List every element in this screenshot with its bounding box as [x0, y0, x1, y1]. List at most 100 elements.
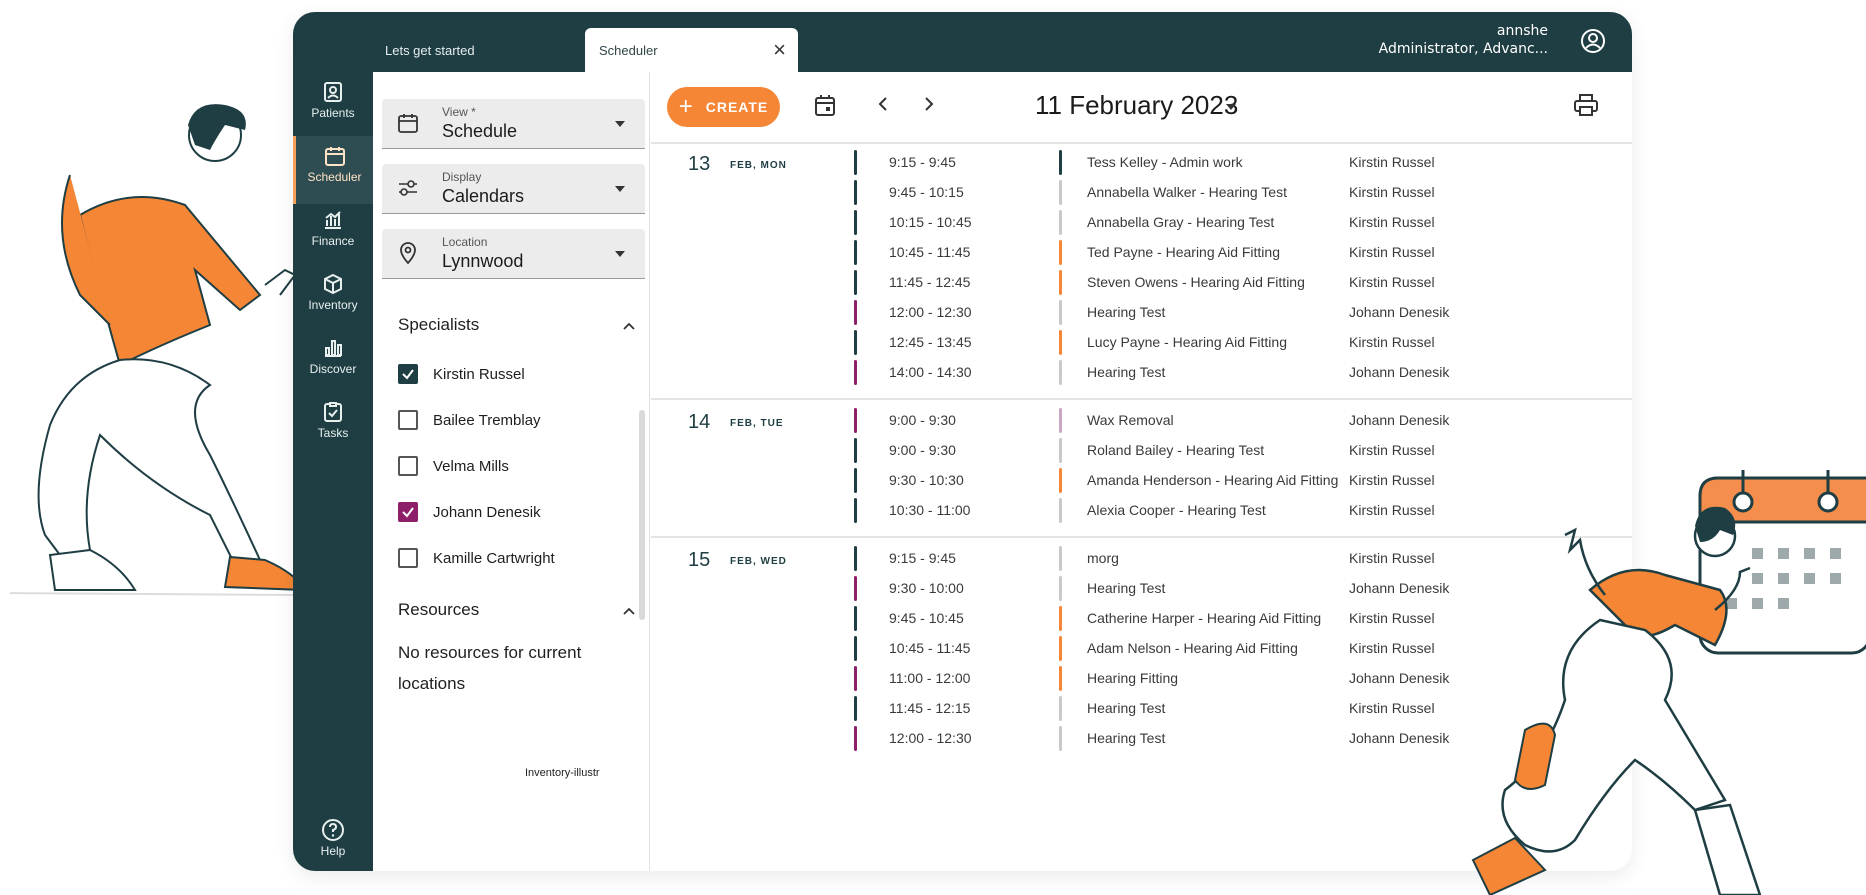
sidebar-item-discover[interactable]: Discover: [293, 328, 373, 396]
sidebar-item-help[interactable]: Help: [293, 810, 373, 871]
specialist-color-bar: [854, 696, 857, 721]
appointment-row[interactable]: 11:45 - 12:45 Steven Owens - Hearing Aid …: [651, 268, 1632, 298]
appointment-time: 10:30 - 11:00: [889, 502, 971, 518]
appointment-title: Hearing Test: [1087, 580, 1166, 596]
specialist-kamille-cartwright[interactable]: Kamille Cartwright: [398, 546, 555, 570]
sidebar-item-tasks[interactable]: Tasks: [293, 392, 373, 460]
bar-chart-icon: [325, 340, 342, 357]
printer-icon[interactable]: [1574, 94, 1598, 116]
location-select[interactable]: Location Lynnwood: [382, 229, 645, 279]
sidebar-item-finance[interactable]: Finance: [293, 200, 373, 268]
chevron-left-icon[interactable]: [877, 96, 889, 112]
appointment-time: 11:45 - 12:45: [889, 274, 971, 290]
appointment-type-bar: [1059, 666, 1062, 691]
specialist-name: Kamille Cartwright: [433, 549, 555, 567]
checkbox-checked[interactable]: [398, 502, 418, 522]
appointment-time: 9:45 - 10:15: [889, 184, 964, 200]
specialist-name: Kirstin Russel: [433, 365, 525, 383]
chevron-right-icon[interactable]: [923, 96, 935, 112]
specialist-johann-denesik[interactable]: Johann Denesik: [398, 500, 541, 524]
appointment-row[interactable]: 9:00 - 9:30 Wax Removal Johann Denesik: [651, 406, 1632, 436]
appointment-title: Ted Payne - Hearing Aid Fitting: [1087, 244, 1280, 260]
appointment-title: Steven Owens - Hearing Aid Fitting: [1087, 274, 1305, 290]
specialist-color-bar: [854, 726, 857, 751]
appointment-specialist: Johann Denesik: [1349, 304, 1450, 320]
create-button[interactable]: + CREATE: [667, 87, 780, 127]
appointment-row[interactable]: 10:45 - 11:45 Ted Payne - Hearing Aid Fit…: [651, 238, 1632, 268]
specialist-bailee-tremblay[interactable]: Bailee Tremblay: [398, 408, 541, 432]
tab-lets-get-started[interactable]: Lets get started: [371, 28, 571, 72]
appointment-title: Hearing Test: [1087, 730, 1166, 746]
appointment-row[interactable]: 12:00 - 12:30 Hearing Test Johann Denesik: [651, 298, 1632, 328]
appointment-title: Hearing Test: [1087, 304, 1166, 320]
appointment-specialist: Kirstin Russel: [1349, 154, 1435, 170]
appointment-title: Annabella Walker - Hearing Test: [1087, 184, 1287, 200]
specialists-scrollbar[interactable]: [639, 410, 645, 620]
display-value: Calendars: [442, 186, 525, 206]
view-label: View *: [442, 105, 476, 119]
appointment-specialist: Kirstin Russel: [1349, 274, 1435, 290]
specialist-velma-mills[interactable]: Velma Mills: [398, 454, 509, 478]
tab-scheduler[interactable]: Scheduler ×: [585, 28, 798, 72]
sidebar: Patients Scheduler Finance Inventory Dis…: [293, 72, 373, 871]
appointment-row[interactable]: 10:15 - 10:45 Annabella Gray - Hearing Te…: [651, 208, 1632, 238]
sidebar-item-scheduler[interactable]: Scheduler: [293, 136, 373, 204]
chevron-up-icon[interactable]: [623, 322, 635, 330]
specialists-title: Specialists: [398, 315, 480, 334]
appointment-type-bar: [1059, 408, 1062, 433]
checkbox-unchecked[interactable]: [398, 548, 418, 568]
appointment-title: Wax Removal: [1087, 412, 1174, 428]
sidebar-item-inventory[interactable]: Inventory: [293, 264, 373, 332]
calendar-icon: [398, 114, 418, 133]
specialist-name: Velma Mills: [433, 457, 509, 475]
display-label: Display: [442, 170, 482, 184]
checkbox-checked[interactable]: [398, 364, 418, 384]
specialist-color-bar: [854, 408, 857, 433]
appointment-specialist: Kirstin Russel: [1349, 214, 1435, 230]
view-value: Schedule: [442, 121, 518, 141]
chevron-down-icon[interactable]: [1226, 104, 1236, 110]
appointment-type-bar: [1059, 498, 1062, 523]
user-info[interactable]: annshe Administrator, Advanc...: [1379, 22, 1548, 58]
location-label: Location: [442, 235, 488, 249]
appointment-type-bar: [1059, 330, 1062, 355]
checkbox-unchecked[interactable]: [398, 456, 418, 476]
appointment-row[interactable]: 12:45 - 13:45 Lucy Payne - Hearing Aid Fi…: [651, 328, 1632, 358]
close-icon[interactable]: ×: [773, 39, 786, 61]
appointment-time: 9:00 - 9:30: [889, 442, 956, 458]
specialist-color-bar: [854, 270, 857, 295]
calendar-icon[interactable]: [815, 94, 835, 116]
appointment-type-bar: [1059, 546, 1062, 571]
display-select[interactable]: Display Calendars: [382, 164, 645, 214]
plus-icon: +: [678, 93, 694, 120]
day-divider: [651, 398, 1632, 400]
appointment-title: Adam Nelson - Hearing Aid Fitting: [1087, 640, 1298, 656]
broken-image-alt: Inventory-illustr: [525, 767, 600, 779]
calendar-illustration-right: [1471, 470, 1866, 895]
appointment-time: 11:00 - 12:00: [889, 670, 971, 686]
divider: [651, 142, 1632, 144]
appointment-title: Catherine Harper - Hearing Aid Fitting: [1087, 610, 1322, 626]
appointment-time: 9:30 - 10:30: [889, 472, 964, 488]
appointment-row[interactable]: 9:15 - 9:45 Tess Kelley - Admin work Kirst…: [651, 148, 1632, 178]
specialist-name: Bailee Tremblay: [433, 411, 541, 429]
specialist-kirstin-russel[interactable]: Kirstin Russel: [398, 362, 525, 386]
person-illustration-left: [10, 104, 307, 596]
appointment-title: morg: [1087, 550, 1119, 566]
patients-icon: [324, 82, 342, 102]
appointment-type-bar: [1059, 360, 1062, 385]
view-select[interactable]: View * Schedule: [382, 99, 645, 149]
sidebar-item-patients[interactable]: Patients: [293, 72, 373, 140]
chevron-up-icon[interactable]: [623, 607, 635, 615]
appointment-type-bar: [1059, 150, 1062, 175]
specialist-color-bar: [854, 666, 857, 691]
checkbox-unchecked[interactable]: [398, 410, 418, 430]
appointment-row[interactable]: 14:00 - 14:30 Hearing Test Johann Denesik: [651, 358, 1632, 388]
appointment-row[interactable]: 9:45 - 10:15 Annabella Walker - Hearing T…: [651, 178, 1632, 208]
resources-title: Resources: [398, 600, 480, 619]
appointment-time: 9:15 - 9:45: [889, 550, 956, 566]
sidebar-item-label: Tasks: [317, 426, 349, 440]
account-icon[interactable]: [1580, 28, 1606, 54]
appointment-time: 10:45 - 11:45: [889, 640, 971, 656]
sidebar-item-label: Scheduler: [307, 170, 362, 184]
